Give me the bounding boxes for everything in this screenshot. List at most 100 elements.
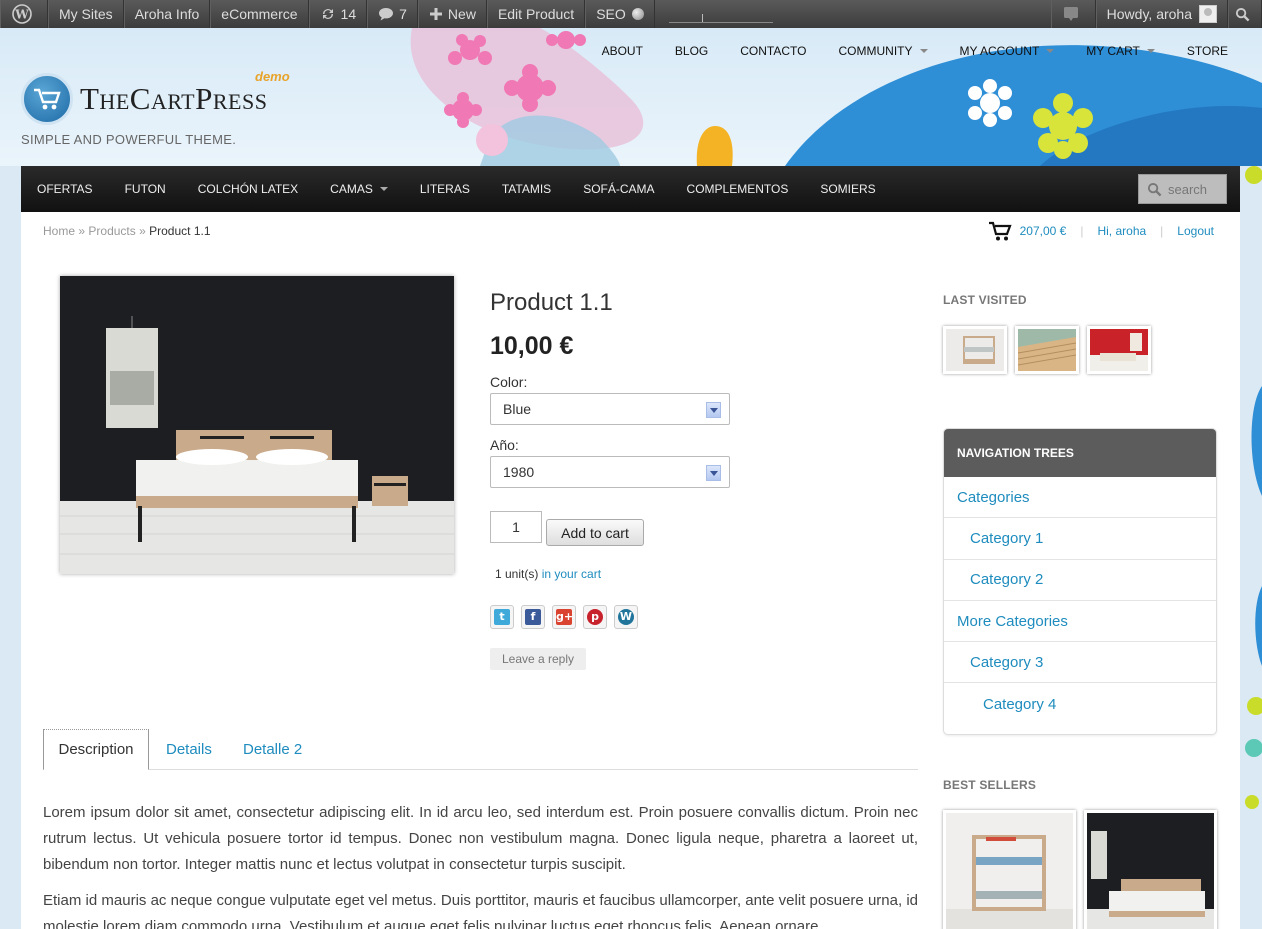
search-input[interactable]: search xyxy=(1138,174,1227,204)
nav-item-camas-label: CAMAS xyxy=(330,182,373,196)
nav-item-somiers[interactable]: SOMIERS xyxy=(804,166,891,212)
wordpress-logo-icon[interactable]: W xyxy=(0,0,48,28)
updates-menu[interactable]: 14 xyxy=(308,0,368,28)
google-plus-icon: g+ xyxy=(556,609,574,625)
in-your-cart-link[interactable]: in your cart xyxy=(542,567,601,581)
account-menu[interactable]: Howdy, aroha xyxy=(1095,0,1228,28)
search-placeholder: search xyxy=(1168,181,1208,197)
topnav-about[interactable]: ABOUT xyxy=(602,44,643,58)
topnav-my-cart[interactable]: MY CART xyxy=(1086,44,1155,58)
year-select[interactable]: 1980 xyxy=(490,456,730,488)
notification-icon xyxy=(1063,7,1078,21)
navigation-trees-widget: NAVIGATION TREES Categories Category 1 C… xyxy=(943,428,1217,735)
google-plus-share-button[interactable]: g+ xyxy=(552,605,576,629)
wordpress-share-button[interactable]: W xyxy=(614,605,638,629)
svg-text:W: W xyxy=(14,8,29,22)
seo-menu[interactable]: SEO xyxy=(585,0,655,28)
site-logo[interactable]: TheCartPress demo xyxy=(21,69,290,125)
facebook-share-button[interactable]: f xyxy=(521,605,545,629)
nav-item-ofertas[interactable]: OFERTAS xyxy=(21,166,109,212)
comments-count: 7 xyxy=(399,6,407,22)
edit-product-link[interactable]: Edit Product xyxy=(486,0,586,28)
product-image[interactable] xyxy=(60,276,454,574)
last-visited-thumb[interactable] xyxy=(943,326,1007,374)
cart-total[interactable]: 207,00 € xyxy=(1020,224,1067,238)
color-label: Color: xyxy=(490,374,528,390)
howdy-label: Howdy, aroha xyxy=(1106,6,1192,22)
new-label: New xyxy=(447,6,476,22)
nav-item-camas[interactable]: CAMAS xyxy=(314,166,404,212)
nav-item-colchon-latex[interactable]: COLCHÓN LATEX xyxy=(182,166,314,212)
cart-units-text: 1 unit(s) xyxy=(495,567,539,581)
user-greeting-link[interactable]: Hi, aroha xyxy=(1097,224,1146,238)
logout-link[interactable]: Logout xyxy=(1177,224,1214,238)
nav-tree-category-3[interactable]: Category 3 xyxy=(944,642,1216,684)
last-visited-title: LAST VISITED xyxy=(943,293,1027,307)
notifications-menu[interactable] xyxy=(1050,0,1096,28)
best-seller-thumb[interactable] xyxy=(943,810,1076,929)
color-select[interactable]: Blue xyxy=(490,393,730,425)
topnav-my-cart-label: MY CART xyxy=(1086,44,1140,58)
tab-details[interactable]: Details xyxy=(166,729,212,769)
shopping-cart-icon[interactable] xyxy=(988,220,1012,242)
nav-item-complementos[interactable]: COMPLEMENTOS xyxy=(671,166,805,212)
site-header: ABOUT BLOG CONTACTO COMMUNITY MY ACCOUNT… xyxy=(0,28,1262,166)
ecommerce-menu[interactable]: eCommerce xyxy=(210,0,309,28)
breadcrumb-products[interactable]: Products xyxy=(88,224,135,238)
cart-units-info: 1 unit(s) in your cart xyxy=(495,567,601,581)
twitter-share-button[interactable]: t xyxy=(490,605,514,629)
avatar xyxy=(1199,5,1217,23)
product-description: Lorem ipsum dolor sit amet, consectetur … xyxy=(43,800,918,929)
chevron-down-icon xyxy=(379,187,388,191)
quantity-input[interactable]: 1 xyxy=(490,511,542,543)
color-select-value: Blue xyxy=(503,401,532,417)
share-icons: t f g+ p W xyxy=(490,605,638,629)
topnav-store[interactable]: STORE xyxy=(1187,44,1228,58)
best-seller-thumb[interactable] xyxy=(1084,810,1217,929)
seo-score-icon xyxy=(631,8,644,20)
nav-tree-category-2[interactable]: Category 2 xyxy=(944,560,1216,601)
last-visited-thumb[interactable] xyxy=(1087,326,1151,374)
topnav-my-account[interactable]: MY ACCOUNT xyxy=(960,44,1055,58)
year-label: Año: xyxy=(490,437,519,453)
topnav-contacto[interactable]: CONTACTO xyxy=(740,44,806,58)
pinterest-share-button[interactable]: p xyxy=(583,605,607,629)
leave-reply-button[interactable]: Leave a reply xyxy=(490,648,586,670)
logo-demo-badge: demo xyxy=(255,69,290,84)
description-paragraph: Lorem ipsum dolor sit amet, consectetur … xyxy=(43,804,918,873)
nav-item-tatamis[interactable]: TATAMIS xyxy=(486,166,567,212)
chevron-down-icon xyxy=(706,465,721,481)
nav-item-futon[interactable]: FUTON xyxy=(109,166,182,212)
tab-description[interactable]: Description xyxy=(43,729,149,770)
twitter-icon: t xyxy=(494,609,510,625)
site-name-menu[interactable]: Aroha Info xyxy=(123,0,211,28)
navigation-trees-title: NAVIGATION TREES xyxy=(944,429,1216,477)
nav-item-literas[interactable]: LITERAS xyxy=(404,166,486,212)
logo-text: TheCartPress xyxy=(80,81,268,116)
product-title: Product 1.1 xyxy=(490,289,613,316)
topnav-my-account-label: MY ACCOUNT xyxy=(959,44,1040,58)
stats-sparkline[interactable] xyxy=(668,5,773,23)
my-sites-menu[interactable]: My Sites xyxy=(48,0,124,28)
new-content-menu[interactable]: New xyxy=(417,0,487,28)
separator: | xyxy=(1160,224,1164,238)
pinterest-icon: p xyxy=(587,609,603,625)
tab-detalle-2[interactable]: Detalle 2 xyxy=(243,729,302,769)
nav-tree-category-1[interactable]: Category 1 xyxy=(944,518,1216,560)
topnav-community-label: COMMUNITY xyxy=(838,44,913,58)
breadcrumb-separator: » xyxy=(139,224,146,238)
breadcrumb: Home » Products » Product 1.1 xyxy=(43,224,211,238)
last-visited-thumb[interactable] xyxy=(1015,326,1079,374)
nav-tree-category-4[interactable]: Category 4 xyxy=(944,683,1216,724)
comments-icon xyxy=(379,8,394,21)
admin-search-button[interactable] xyxy=(1228,0,1262,28)
comments-menu[interactable]: 7 xyxy=(367,0,418,28)
breadcrumb-home[interactable]: Home xyxy=(43,224,75,238)
topnav-blog[interactable]: BLOG xyxy=(675,44,708,58)
add-to-cart-button[interactable]: Add to cart xyxy=(546,519,644,546)
nav-tree-categories[interactable]: Categories xyxy=(944,477,1216,519)
wordpress-icon: W xyxy=(618,609,634,625)
nav-tree-more-categories[interactable]: More Categories xyxy=(944,601,1216,643)
topnav-community[interactable]: COMMUNITY xyxy=(839,44,928,58)
nav-item-sofa-cama[interactable]: SOFÁ-CAMA xyxy=(567,166,670,212)
